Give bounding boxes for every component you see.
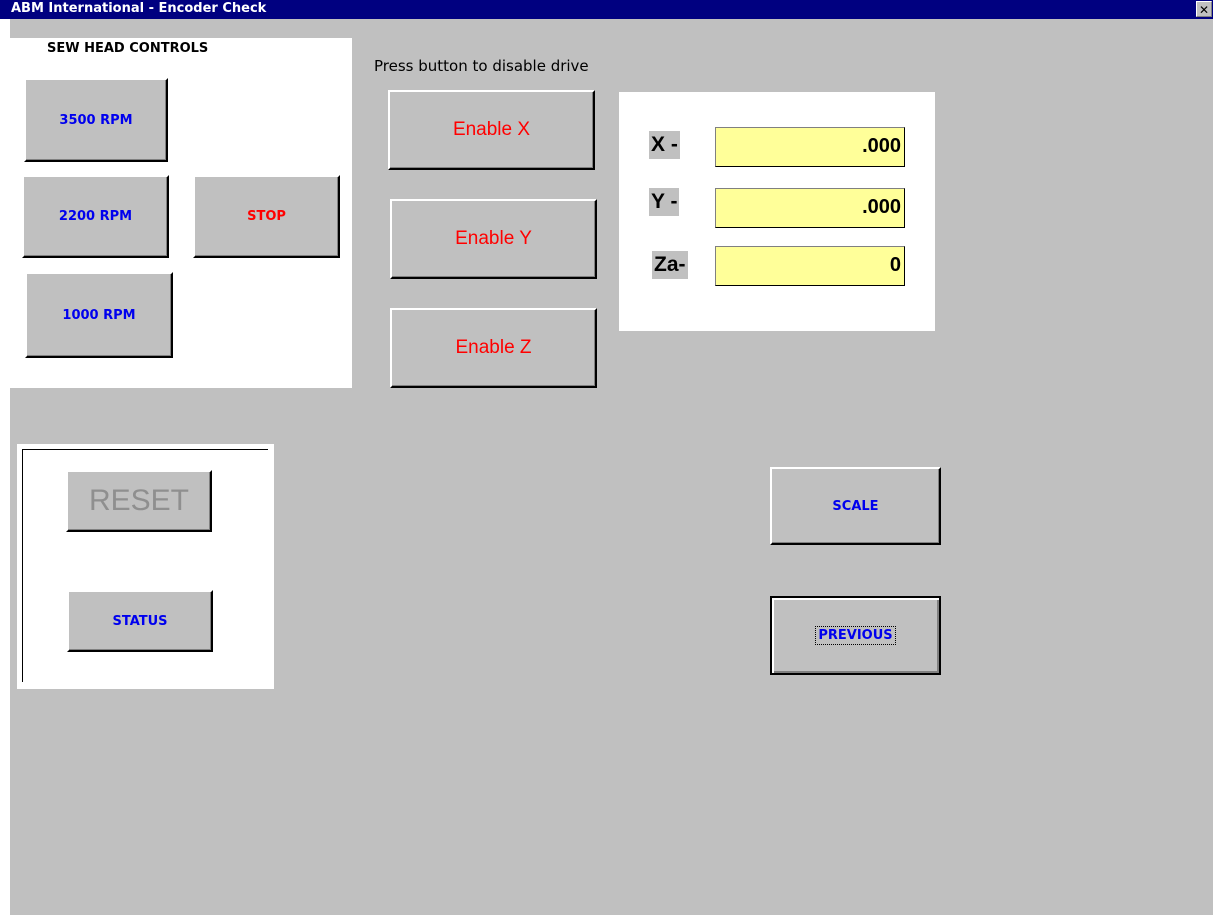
- reset-button[interactable]: RESET: [66, 470, 212, 532]
- x-axis-label: X -: [649, 131, 680, 159]
- reset-label: RESET: [88, 484, 190, 517]
- rpm-2200-button[interactable]: 2200 RPM: [22, 175, 169, 258]
- left-edge-strip: [0, 19, 10, 915]
- close-icon[interactable]: ✕: [1196, 1, 1212, 17]
- rpm-1000-label: 1000 RPM: [62, 307, 136, 323]
- enable-x-label: Enable X: [452, 119, 531, 140]
- x-encoder-value: .000: [715, 127, 905, 167]
- panel-frame-top: [22, 449, 268, 450]
- enable-y-button[interactable]: Enable Y: [390, 199, 597, 279]
- disable-drive-instruction: Press button to disable drive: [374, 57, 589, 75]
- rpm-1000-button[interactable]: 1000 RPM: [25, 272, 173, 358]
- rpm-3500-button[interactable]: 3500 RPM: [24, 78, 168, 162]
- sew-head-controls-title: SEW HEAD CONTROLS: [47, 41, 209, 56]
- y-encoder-value: .000: [715, 188, 905, 228]
- previous-button[interactable]: PREVIOUS: [770, 596, 941, 675]
- title-bar: ABM International - Encoder Check ✕: [0, 0, 1213, 19]
- enable-z-button[interactable]: Enable Z: [390, 308, 597, 388]
- enable-x-button[interactable]: Enable X: [388, 90, 595, 170]
- y-axis-label: Y -: [649, 188, 680, 216]
- previous-label: PREVIOUS: [815, 626, 896, 645]
- stop-label: STOP: [247, 209, 286, 224]
- status-button[interactable]: STATUS: [67, 590, 213, 652]
- enable-z-label: Enable Z: [455, 337, 532, 358]
- status-label: STATUS: [112, 613, 168, 629]
- panel-frame-left: [22, 449, 23, 682]
- rpm-3500-label: 3500 RPM: [59, 112, 133, 128]
- z-axis-label: Za-: [652, 251, 688, 279]
- stop-button[interactable]: STOP: [193, 175, 340, 258]
- window-title: ABM International - Encoder Check: [11, 1, 267, 16]
- z-encoder-value: 0: [715, 246, 905, 286]
- enable-y-label: Enable Y: [455, 228, 532, 249]
- scale-button[interactable]: SCALE: [770, 467, 941, 545]
- scale-label: SCALE: [832, 498, 879, 514]
- rpm-2200-label: 2200 RPM: [58, 209, 133, 224]
